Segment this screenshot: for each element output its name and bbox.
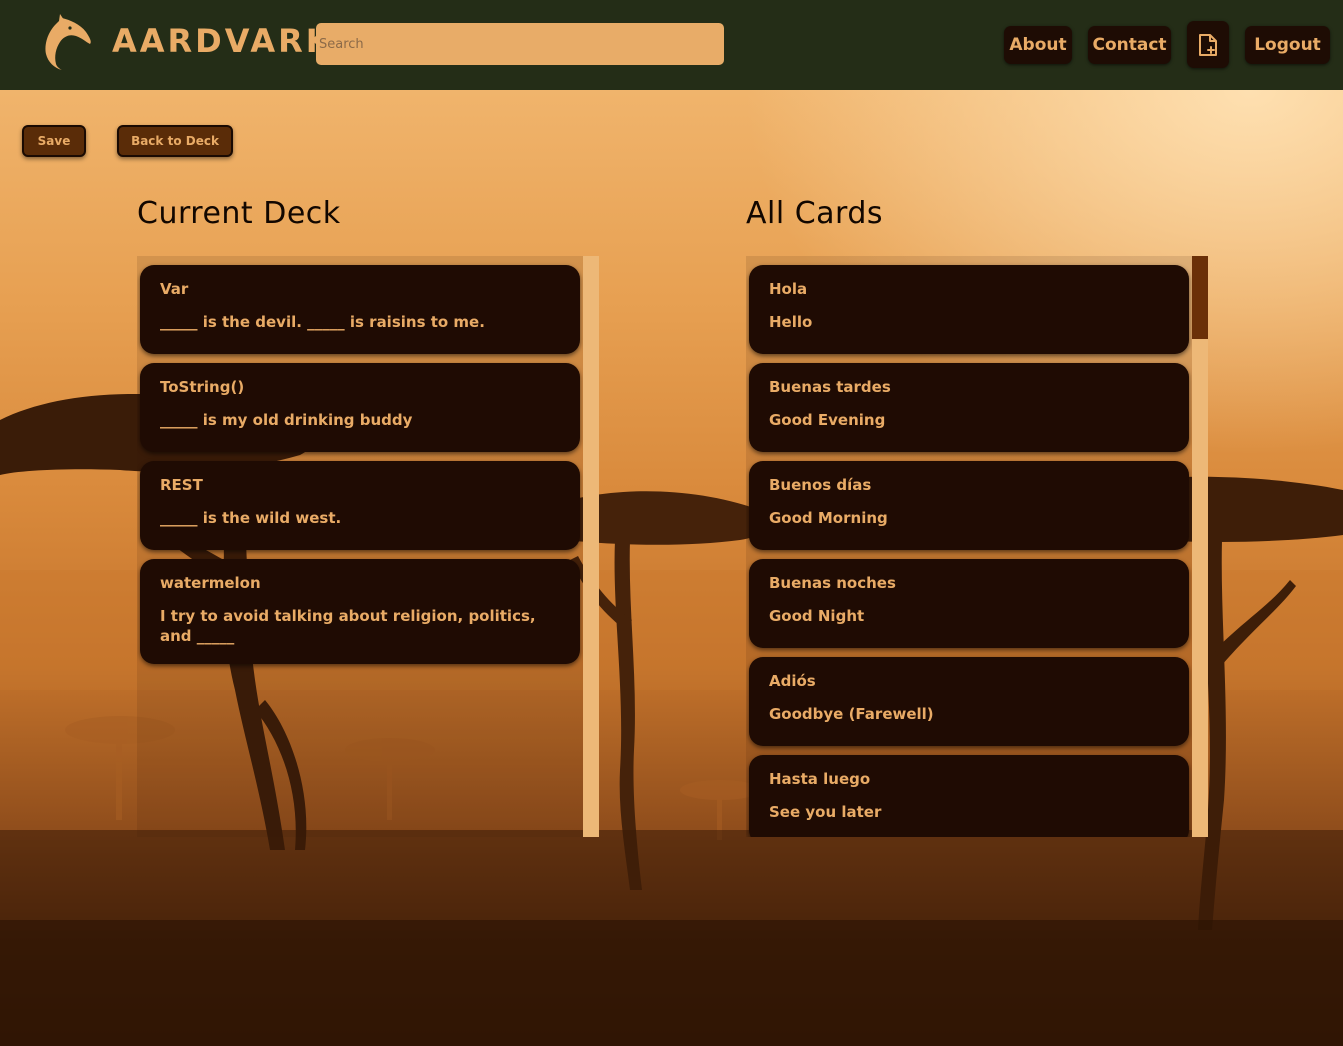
deck-card[interactable]: watermelon I try to avoid talking about … <box>140 559 580 664</box>
logout-button[interactable]: Logout <box>1245 26 1330 64</box>
card-front: Var <box>160 280 189 298</box>
card-front: Adiós <box>769 672 816 690</box>
card-front: REST <box>160 476 203 494</box>
save-button[interactable]: Save <box>22 125 86 157</box>
deck-card[interactable]: ToString() _____ is my old drinking budd… <box>140 363 580 452</box>
card-back: Good Evening <box>769 411 886 429</box>
scrollbar-thumb[interactable] <box>1192 256 1208 339</box>
deck-card[interactable]: REST _____ is the wild west. <box>140 461 580 550</box>
card-back: Good Night <box>769 607 865 625</box>
card-front: Buenos días <box>769 476 872 494</box>
all-card[interactable]: Buenas noches Good Night <box>749 559 1189 648</box>
card-front: ToString() <box>160 378 245 396</box>
card-back: _____ is my old drinking buddy <box>160 411 413 429</box>
card-back: Hello <box>769 313 813 331</box>
all-card[interactable]: Hola Hello <box>749 265 1189 354</box>
card-front: Buenas noches <box>769 574 896 592</box>
card-front: Hola <box>769 280 808 298</box>
new-deck-button[interactable] <box>1187 21 1229 68</box>
file-plus-icon <box>1199 33 1217 56</box>
card-back: See you later <box>769 803 882 821</box>
card-back: Good Morning <box>769 509 888 527</box>
all-card[interactable]: Adiós Goodbye (Farewell) <box>749 657 1189 746</box>
deck-card[interactable]: Var _____ is the devil. _____ is raisins… <box>140 265 580 354</box>
contact-button[interactable]: Contact <box>1088 26 1171 64</box>
about-button[interactable]: About <box>1004 26 1072 64</box>
card-back: I try to avoid talking about religion, p… <box>160 607 536 645</box>
card-back: _____ is the devil. _____ is raisins to … <box>160 313 485 331</box>
brand-name[interactable]: AARDVARK <box>112 22 334 60</box>
current-deck-list[interactable]: Var _____ is the devil. _____ is raisins… <box>137 256 583 837</box>
card-back: _____ is the wild west. <box>160 509 342 527</box>
card-front: Buenas tardes <box>769 378 891 396</box>
current-deck-title: Current Deck <box>137 196 341 231</box>
back-to-deck-button[interactable]: Back to Deck <box>117 125 233 157</box>
all-card[interactable]: Buenas tardes Good Evening <box>749 363 1189 452</box>
all-cards-list[interactable]: Hola Hello Buenas tardes Good Evening Bu… <box>746 256 1192 837</box>
all-cards-scrollbar[interactable] <box>1192 256 1208 837</box>
card-front: Hasta luego <box>769 770 871 788</box>
all-cards-title: All Cards <box>746 196 884 231</box>
aardvark-logo-icon[interactable] <box>40 12 96 70</box>
search-input[interactable] <box>316 23 724 65</box>
current-deck-scrollbar[interactable] <box>583 256 599 837</box>
top-navbar: AARDVARK About Contact Logout <box>0 0 1343 90</box>
card-front: watermelon <box>160 574 261 592</box>
all-card[interactable]: Hasta luego See you later <box>749 755 1189 837</box>
card-back: Goodbye (Farewell) <box>769 705 934 723</box>
all-card[interactable]: Buenos días Good Morning <box>749 461 1189 550</box>
